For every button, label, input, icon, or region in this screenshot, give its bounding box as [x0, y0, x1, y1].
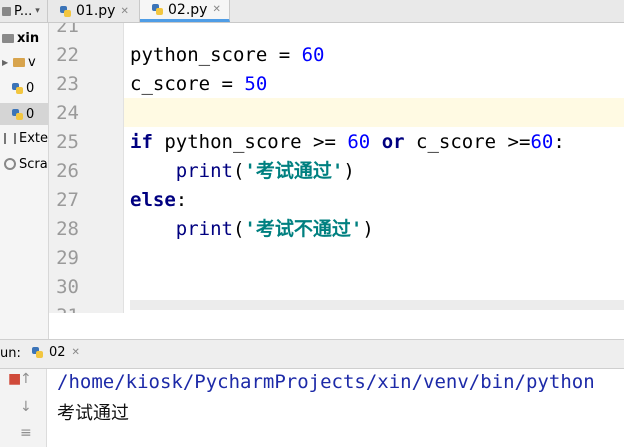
current-line-highlight: [124, 98, 624, 127]
code-text: c_score =: [130, 73, 245, 95]
tab-01-py[interactable]: 01.py ✕: [48, 0, 140, 22]
number-literal: 60: [347, 131, 371, 153]
run-toolbar: ■ ↑ ↓ ≡: [0, 369, 47, 447]
close-icon[interactable]: ✕: [72, 347, 80, 358]
code-text: :: [175, 189, 188, 211]
close-icon[interactable]: ✕: [212, 4, 220, 15]
run-tool-header: un: 02 ✕: [0, 339, 624, 369]
line-number: 28: [56, 218, 79, 240]
run-tab-02[interactable]: 02 ✕: [32, 345, 80, 360]
code-text: python_score =: [130, 44, 302, 66]
chevron-right-icon[interactable]: ▶: [2, 58, 10, 67]
code-text: (: [232, 160, 245, 182]
console-output-path: /home/kiosk/PycharmProjects/xin/venv/bin…: [57, 371, 595, 393]
code-text: ): [343, 160, 355, 182]
tab-02-py[interactable]: 02.py ✕: [140, 0, 230, 22]
line-number: 30: [56, 276, 79, 298]
line-number: 29: [56, 247, 79, 269]
line-number: 22: [56, 44, 79, 66]
tab-label: 01.py: [76, 3, 116, 19]
console-output-text: 考试通过: [57, 403, 129, 424]
tree-item-label: v: [28, 54, 36, 70]
line-number-gutter: 21 22 23 24 25 26 27 28 29 30 31: [49, 23, 124, 313]
code-line-26[interactable]: print('考试通过'): [130, 157, 355, 186]
chevron-down-icon[interactable]: ▾: [35, 6, 40, 16]
line-number: 24: [56, 102, 79, 124]
function-name: print: [175, 218, 233, 240]
tree-item-label: Scra: [19, 156, 48, 172]
line-number: 27: [56, 189, 79, 211]
function-name: print: [175, 160, 233, 182]
line-number: 26: [56, 160, 79, 182]
code-line-23[interactable]: c_score = 50: [130, 70, 267, 99]
tree-item-external-libraries[interactable]: Exte: [4, 127, 48, 149]
line-number: 31: [56, 302, 79, 313]
string-literal: '考试不通过': [244, 218, 363, 240]
wrap-lines-icon[interactable]: ≡: [20, 425, 32, 441]
number-literal: 60: [530, 131, 554, 153]
run-tab-label: 02: [49, 345, 66, 360]
line-number: 21: [56, 23, 79, 37]
run-console[interactable]: /home/kiosk/PycharmProjects/xin/venv/bin…: [47, 369, 624, 447]
python-file-icon: [152, 4, 163, 15]
project-icon: [2, 6, 11, 16]
python-file-icon: [12, 82, 23, 94]
arrow-up-icon[interactable]: ↑: [20, 371, 32, 387]
code-text: python_score >=: [152, 131, 348, 153]
tree-item-venv[interactable]: ▶ v: [2, 51, 36, 73]
tree-item-label: 0: [26, 80, 35, 96]
tree-item-xin[interactable]: xin: [2, 27, 39, 49]
tree-item-scratches[interactable]: Scra: [4, 153, 48, 175]
editor-tab-bar: P... ▾ 01.py ✕ 02.py ✕: [0, 0, 624, 23]
keyword: if: [130, 131, 153, 153]
project-tool-tab[interactable]: P... ▾: [0, 0, 48, 22]
project-tab-label: P...: [14, 3, 33, 19]
horizontal-scrollbar[interactable]: [130, 300, 624, 310]
project-tree: xin ▶ v 0 0 Exte Scra: [0, 23, 49, 339]
code-text: c_score >=: [404, 131, 531, 153]
tree-item-02-py[interactable]: 0: [0, 103, 48, 125]
folder-icon: [13, 57, 25, 67]
number-literal: 60: [301, 44, 325, 66]
python-file-icon: [12, 108, 23, 120]
arrow-down-icon[interactable]: ↓: [20, 399, 32, 415]
code-text: (: [232, 218, 245, 240]
line-number: 25: [56, 131, 79, 153]
tree-item-label: 0: [26, 106, 35, 122]
code-line-28[interactable]: print('考试不通过'): [130, 215, 374, 244]
string-literal: '考试通过': [244, 160, 344, 182]
keyword: else: [130, 189, 176, 211]
code-text: :: [553, 131, 565, 153]
keyword: or: [381, 131, 405, 153]
folder-icon: [2, 33, 14, 43]
close-icon[interactable]: ✕: [120, 6, 128, 17]
tree-item-label: Exte: [19, 130, 49, 146]
code-line-22[interactable]: python_score = 60: [130, 41, 324, 70]
scratch-icon: [4, 158, 16, 170]
python-file-icon: [60, 5, 71, 17]
line-number: 23: [56, 73, 79, 95]
number-literal: 50: [244, 73, 268, 95]
library-icon: [4, 132, 16, 144]
tree-item-01-py[interactable]: 0: [12, 77, 34, 99]
code-line-25[interactable]: if python_score >= 60 or c_score >=60:: [130, 128, 565, 157]
tab-label: 02.py: [168, 1, 208, 18]
run-label: un:: [0, 346, 21, 361]
tree-item-label: xin: [17, 30, 40, 46]
python-file-icon: [32, 347, 43, 358]
code-line-27[interactable]: else:: [130, 186, 187, 215]
code-text: ): [362, 218, 374, 240]
code-editor[interactable]: python_score = 60 c_score = 50 if python…: [124, 23, 624, 313]
